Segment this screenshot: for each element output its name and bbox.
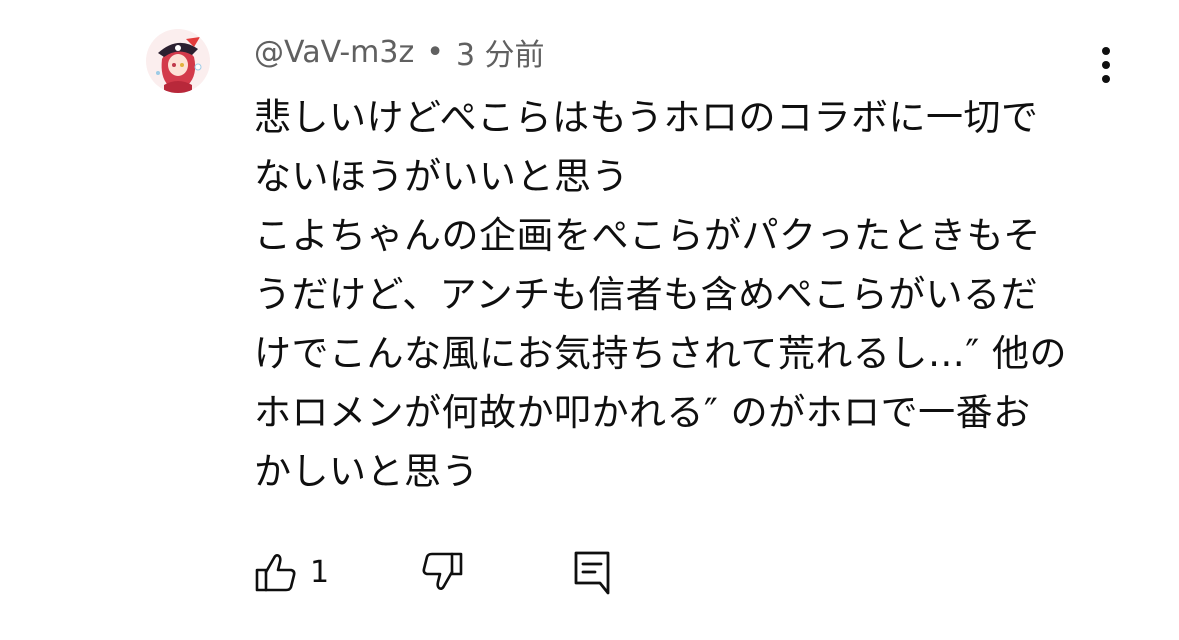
comment-line: うだけど、アンチも信者も含めぺこらがいるだ — [254, 273, 1039, 316]
reply-comment-icon — [574, 551, 610, 595]
comment-line: 悲しいけどぺこらはもうホロのコラボに一切で — [254, 96, 1039, 139]
comment-line: ないほうがいいと思う — [254, 155, 629, 198]
comment-timestamp[interactable]: 3 分前 — [456, 30, 545, 74]
comment-text: 悲しいけどぺこらはもうホロのコラボに一切で ないほうがいいと思う こよちゃんの企… — [254, 88, 1134, 501]
header-separator: • — [426, 34, 444, 70]
comment-line: けでこんな風にお気持ちされて荒れるし…″ 他の — [254, 332, 1067, 375]
comment-line: ホロメンが何故か叩かれる″ のがホロで一番お — [254, 391, 1031, 434]
comment-line: こよちゃんの企画をぺこらがパクったときもそ — [254, 214, 1041, 257]
reply-button[interactable] — [572, 542, 612, 602]
like-button[interactable]: 1 — [254, 542, 329, 602]
thumbs-up-icon — [255, 554, 296, 592]
anime-pirate-avatar-icon — [146, 29, 210, 93]
avatar[interactable] — [146, 29, 210, 93]
more-vertical-icon — [1102, 47, 1110, 83]
dislike-button[interactable] — [420, 542, 464, 602]
comment-header: @VaV-m3z • 3 分前 — [254, 30, 545, 74]
comment-actions: 1 — [254, 542, 674, 602]
thumbs-down-icon — [422, 552, 463, 590]
like-count: 1 — [310, 554, 330, 590]
comment-line: かしいと思う — [254, 450, 479, 493]
author-name[interactable]: @VaV-m3z — [254, 35, 414, 70]
comment-menu-button[interactable] — [1088, 40, 1124, 90]
